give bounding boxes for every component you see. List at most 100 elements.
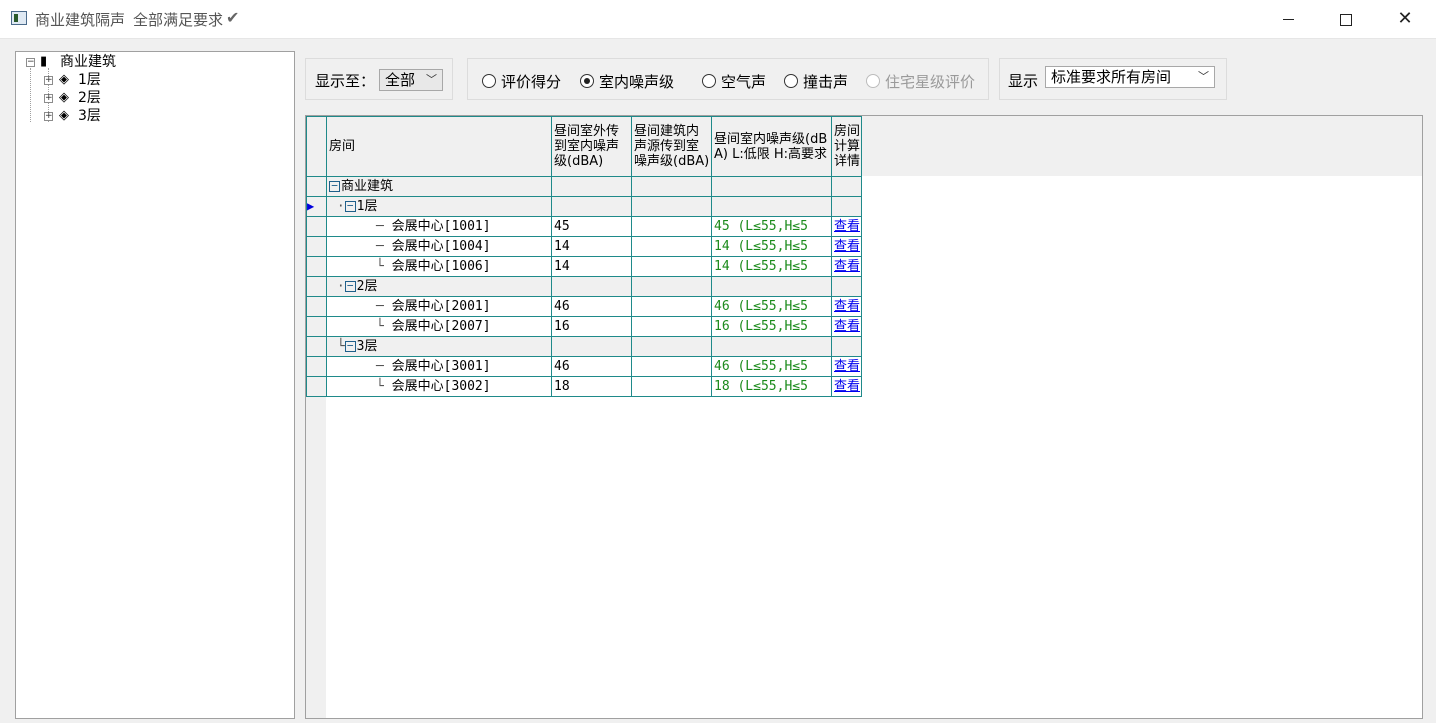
minimize-icon (1282, 19, 1294, 20)
display-filter-select[interactable]: 标准要求所有房间 ﹀ (1045, 66, 1215, 88)
show-to-select[interactable]: 全部 ﹀ (379, 69, 443, 91)
table-row-root[interactable]: − 商业建筑 (306, 176, 862, 197)
radio-impact[interactable] (784, 74, 798, 88)
table-row-group[interactable]: └ −3层 (306, 336, 862, 357)
building-tree[interactable]: − ▮ 商业建筑 + ◈ 1层 + ◈ 2层 + ◈ 3层 (15, 51, 295, 719)
table-row-group[interactable]: · −2层 (306, 276, 862, 297)
tree-node-floor-3[interactable]: 3层 (78, 107, 101, 125)
outdoor-noise-cell: 16 (551, 316, 632, 337)
group-label: 3层 (356, 339, 378, 354)
chevron-down-icon: ﹀ (1198, 70, 1209, 83)
table-row[interactable]: ─ 会展中心[2001] 46 46 (L≤55,H≤5 查看 (306, 296, 862, 317)
table-row-group[interactable]: ▶ · −1层 (306, 196, 862, 217)
show-to-group: 显示至： 全部 ﹀ (305, 58, 453, 100)
tree-guide-line (30, 68, 31, 122)
view-details-link[interactable]: 查看 (831, 236, 862, 257)
view-details-link[interactable]: 查看 (831, 216, 862, 237)
radio-score[interactable] (482, 74, 496, 88)
tree-node-floor-2[interactable]: 2层 (78, 89, 101, 107)
close-button[interactable]: ✕ (1376, 0, 1434, 38)
room-cell: └ 会展中心[2007] (326, 316, 552, 337)
row-header (306, 296, 327, 317)
room-cell: ─ 会展中心[1004] (326, 236, 552, 257)
results-grid[interactable]: 房间 昼间室外传到室内噪声级(dBA) 昼间建筑内声源传到室噪声级(dBA) 昼… (305, 115, 1423, 719)
view-details-link[interactable]: 查看 (831, 256, 862, 277)
display-filter-value: 标准要求所有房间 (1051, 68, 1172, 86)
col-header-details[interactable]: 房间计算详情 (831, 116, 862, 177)
check-icon: ✔ (226, 8, 240, 27)
collapse-icon[interactable]: − (344, 200, 356, 212)
collapse-icon[interactable]: − (329, 180, 340, 192)
view-details-link[interactable]: 查看 (831, 356, 862, 377)
room-cell: ─ 会展中心[2001] (326, 296, 552, 317)
window-title: 商业建筑隔声 (35, 11, 126, 29)
maximize-icon (1340, 13, 1352, 26)
view-details-link[interactable]: 查看 (831, 376, 862, 397)
view-details-link[interactable]: 查看 (831, 296, 862, 317)
tree-node-root[interactable]: 商业建筑 (60, 53, 116, 71)
show-to-value: 全部 (385, 71, 416, 89)
noise-level-cell: 16 (L≤55,H≤5 (711, 316, 832, 337)
room-cell: · −1层 (326, 196, 552, 217)
radio-airborne[interactable] (702, 74, 716, 88)
collapse-root-toggle[interactable]: − (26, 58, 35, 67)
collapse-icon[interactable]: − (344, 280, 356, 292)
radio-airborne-label[interactable]: 空气声 (721, 71, 766, 92)
display-filter-group: 显示 标准要求所有房间 ﹀ (999, 58, 1227, 100)
expand-floor-3-toggle[interactable]: + (44, 112, 53, 121)
noise-level-cell: 14 (L≤55,H≤5 (711, 256, 832, 277)
row-header (306, 356, 327, 377)
col-header-indoor-source-noise[interactable]: 昼间建筑内声源传到室噪声级(dBA) (631, 116, 712, 177)
building-icon: ▮ (40, 54, 48, 69)
radio-star-rating-label: 住宅星级评价 (885, 73, 976, 91)
radio-indoor-noise[interactable] (580, 74, 594, 88)
expand-floor-2-toggle[interactable]: + (44, 94, 53, 103)
indoor-source-cell (631, 256, 712, 277)
show-to-label: 显示至： (315, 72, 376, 90)
results-table: 房间 昼间室外传到室内噪声级(dBA) 昼间建筑内声源传到室噪声级(dBA) 昼… (306, 116, 862, 397)
table-row[interactable]: └ 会展中心[2007] 16 16 (L≤55,H≤5 查看 (306, 316, 862, 337)
indoor-source-cell (631, 236, 712, 257)
room-cell: − 商业建筑 (326, 176, 552, 197)
noise-level-cell: 46 (L≤55,H≤5 (711, 356, 832, 377)
group-label: 2层 (356, 279, 378, 294)
tree-node-floor-1[interactable]: 1层 (78, 71, 101, 89)
col-header-outdoor-noise[interactable]: 昼间室外传到室内噪声级(dBA) (551, 116, 632, 177)
indoor-source-cell (631, 316, 712, 337)
table-row[interactable]: ─ 会展中心[1001] 45 45 (L≤55,H≤5 查看 (306, 216, 862, 237)
col-header-indoor-noise-level[interactable]: 昼间室内噪声级(dBA) L:低限 H:高要求 (711, 116, 832, 177)
expand-floor-1-toggle[interactable]: + (44, 76, 53, 85)
outdoor-noise-cell: 46 (551, 356, 632, 377)
table-row[interactable]: └ 会展中心[1006] 14 14 (L≤55,H≤5 查看 (306, 256, 862, 277)
corner-cell (306, 116, 327, 177)
minimize-button[interactable] (1259, 0, 1317, 38)
room-cell: · −2层 (326, 276, 552, 297)
outdoor-noise-cell: 45 (551, 216, 632, 237)
root-label: 商业建筑 (341, 179, 394, 194)
radio-score-label[interactable]: 评价得分 (501, 71, 561, 92)
collapse-icon[interactable]: − (344, 340, 356, 352)
col-header-room[interactable]: 房间 (326, 116, 552, 177)
outdoor-noise-cell: 14 (551, 236, 632, 257)
indoor-source-cell (631, 356, 712, 377)
display-label: 显示 (1008, 72, 1039, 90)
row-header (306, 236, 327, 257)
table-row[interactable]: └ 会展中心[3002] 18 18 (L≤55,H≤5 查看 (306, 376, 862, 397)
chevron-down-icon: ﹀ (426, 73, 437, 86)
radio-indoor-noise-label[interactable]: 室内噪声级 (599, 71, 674, 92)
view-details-link[interactable]: 查看 (831, 316, 862, 337)
room-cell: └ 会展中心[1006] (326, 256, 552, 277)
view-mode-group: 评价得分 室内噪声级 空气声 撞击声 住宅星级评价 (467, 58, 989, 100)
outdoor-noise-cell: 14 (551, 256, 632, 277)
table-row[interactable]: ─ 会展中心[1004] 14 14 (L≤55,H≤5 查看 (306, 236, 862, 257)
overall-status: 全部满足要求 (133, 11, 224, 29)
row-header (306, 316, 327, 337)
radio-impact-label[interactable]: 撞击声 (803, 71, 848, 92)
maximize-button[interactable] (1317, 0, 1375, 38)
noise-level-cell: 18 (L≤55,H≤5 (711, 376, 832, 397)
table-row[interactable]: ─ 会展中心[3001] 46 46 (L≤55,H≤5 查看 (306, 356, 862, 377)
indoor-source-cell (631, 376, 712, 397)
row-header (306, 256, 327, 277)
row-header: ▶ (306, 196, 327, 217)
app-icon (11, 11, 27, 25)
